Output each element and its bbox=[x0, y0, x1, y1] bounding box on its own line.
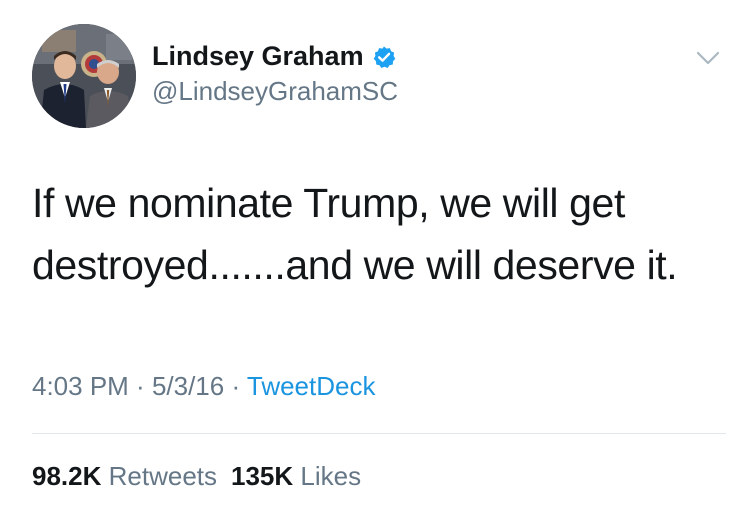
display-name-text: Lindsey Graham bbox=[152, 41, 364, 71]
likes-label: Likes bbox=[300, 461, 362, 491]
tweet-meta: 4:03 PM · 5/3/16 · TweetDeck bbox=[32, 370, 375, 402]
likes-stat[interactable]: 135K Likes bbox=[231, 461, 361, 491]
tweet-text-line: destroyed.......and we will deserve it. bbox=[32, 242, 678, 288]
profile-photo-icon bbox=[32, 24, 136, 128]
tweet-text: If we nominate Trump, we will get destro… bbox=[32, 172, 722, 296]
verified-badge-icon bbox=[372, 44, 396, 68]
divider bbox=[32, 433, 726, 434]
author-handle[interactable]: @LindseyGrahamSC bbox=[152, 76, 398, 106]
retweets-stat[interactable]: 98.2K Retweets bbox=[32, 461, 217, 491]
chevron-down-icon[interactable] bbox=[694, 48, 722, 68]
tweet-time[interactable]: 4:03 PM bbox=[32, 371, 129, 401]
tweet-card: Lindsey Graham @LindseyGrahamSC If we no… bbox=[0, 0, 750, 518]
retweets-label: Retweets bbox=[108, 461, 218, 491]
tweet-stats: 98.2K Retweets 135K Likes bbox=[32, 460, 361, 492]
author-avatar[interactable] bbox=[32, 24, 136, 128]
tweet-text-line: If we nominate Trump, we will get bbox=[32, 180, 625, 226]
likes-count: 135K bbox=[231, 461, 294, 491]
retweets-count: 98.2K bbox=[32, 461, 102, 491]
meta-separator: · bbox=[224, 371, 247, 401]
author-display-name[interactable]: Lindsey Graham bbox=[152, 40, 396, 72]
tweet-source-link[interactable]: TweetDeck bbox=[247, 371, 376, 401]
tweet-date[interactable]: 5/3/16 bbox=[152, 371, 224, 401]
meta-separator: · bbox=[128, 371, 152, 401]
